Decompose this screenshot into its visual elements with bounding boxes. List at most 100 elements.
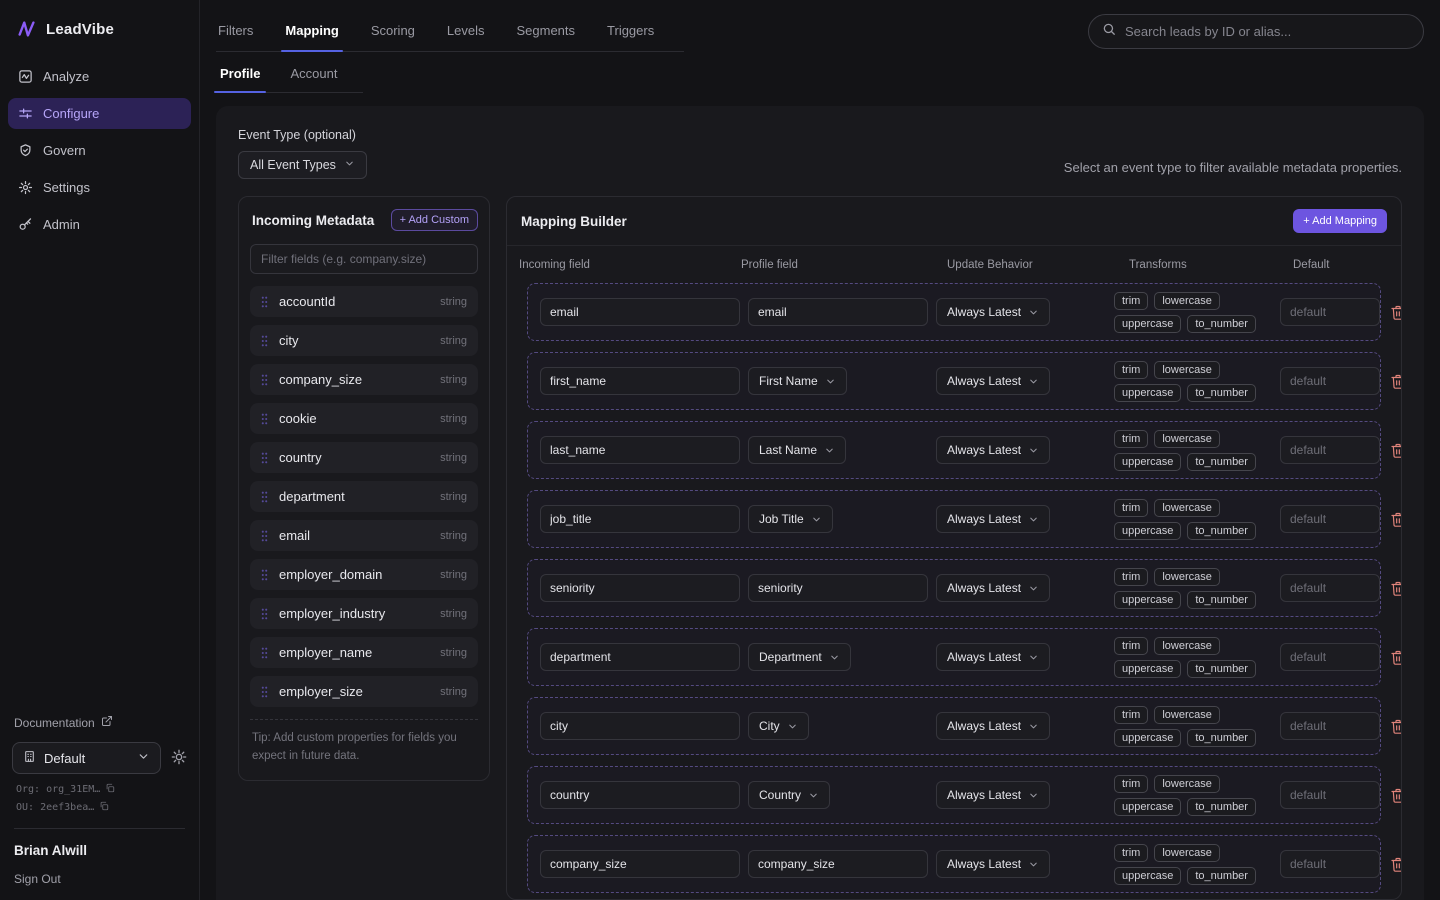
metadata-field-country[interactable]: countrystring: [250, 442, 478, 473]
update-behavior-select[interactable]: Always Latest: [936, 850, 1050, 878]
update-behavior-select[interactable]: Always Latest: [936, 781, 1050, 809]
transform-chip-lowercase[interactable]: lowercase: [1154, 706, 1220, 724]
transform-chip-uppercase[interactable]: uppercase: [1114, 729, 1181, 747]
default-value-input[interactable]: [1280, 505, 1380, 533]
search-input[interactable]: [1125, 24, 1410, 39]
transform-chip-to_number[interactable]: to_number: [1187, 591, 1256, 609]
transform-chip-to_number[interactable]: to_number: [1187, 315, 1256, 333]
delete-mapping-button[interactable]: [1388, 509, 1401, 530]
metadata-field-city[interactable]: citystring: [250, 325, 478, 356]
drag-handle-icon[interactable]: [261, 647, 268, 659]
add-custom-button[interactable]: + Add Custom: [391, 209, 478, 231]
update-behavior-select[interactable]: Always Latest: [936, 436, 1050, 464]
transform-chip-lowercase[interactable]: lowercase: [1154, 775, 1220, 793]
transform-chip-lowercase[interactable]: lowercase: [1154, 637, 1220, 655]
update-behavior-select[interactable]: Always Latest: [936, 298, 1050, 326]
drag-handle-icon[interactable]: [261, 686, 268, 698]
drag-handle-icon[interactable]: [261, 491, 268, 503]
metadata-field-cookie[interactable]: cookiestring: [250, 403, 478, 434]
default-value-input[interactable]: [1280, 298, 1380, 326]
transform-chip-trim[interactable]: trim: [1114, 637, 1148, 655]
tab-triggers[interactable]: Triggers: [605, 14, 656, 51]
tab-segments[interactable]: Segments: [514, 14, 577, 51]
default-value-input[interactable]: [1280, 781, 1380, 809]
subtab-account[interactable]: Account: [286, 58, 341, 92]
drag-handle-icon[interactable]: [261, 413, 268, 425]
transform-chip-trim[interactable]: trim: [1114, 844, 1148, 862]
metadata-field-employer_name[interactable]: employer_namestring: [250, 637, 478, 668]
tab-mapping[interactable]: Mapping: [283, 14, 340, 51]
incoming-field-input[interactable]: [540, 367, 740, 395]
transform-chip-lowercase[interactable]: lowercase: [1154, 292, 1220, 310]
transform-chip-uppercase[interactable]: uppercase: [1114, 522, 1181, 540]
transform-chip-to_number[interactable]: to_number: [1187, 660, 1256, 678]
incoming-field-input[interactable]: [540, 850, 740, 878]
transform-chip-trim[interactable]: trim: [1114, 361, 1148, 379]
profile-field-select[interactable]: City: [748, 712, 809, 740]
transform-chip-to_number[interactable]: to_number: [1187, 522, 1256, 540]
transform-chip-to_number[interactable]: to_number: [1187, 729, 1256, 747]
update-behavior-select[interactable]: Always Latest: [936, 574, 1050, 602]
delete-mapping-button[interactable]: [1388, 647, 1401, 668]
transform-chip-to_number[interactable]: to_number: [1187, 867, 1256, 885]
transform-chip-to_number[interactable]: to_number: [1187, 798, 1256, 816]
update-behavior-select[interactable]: Always Latest: [936, 643, 1050, 671]
default-value-input[interactable]: [1280, 643, 1380, 671]
incoming-field-input[interactable]: [540, 436, 740, 464]
incoming-field-input[interactable]: [540, 781, 740, 809]
transform-chip-trim[interactable]: trim: [1114, 775, 1148, 793]
transform-chip-lowercase[interactable]: lowercase: [1154, 361, 1220, 379]
drag-handle-icon[interactable]: [261, 335, 268, 347]
default-value-input[interactable]: [1280, 367, 1380, 395]
default-value-input[interactable]: [1280, 574, 1380, 602]
transform-chip-trim[interactable]: trim: [1114, 499, 1148, 517]
default-value-input[interactable]: [1280, 712, 1380, 740]
search-bar[interactable]: [1088, 14, 1424, 49]
tab-filters[interactable]: Filters: [216, 14, 255, 51]
documentation-link[interactable]: Documentation: [12, 709, 187, 742]
metadata-field-company_size[interactable]: company_sizestring: [250, 364, 478, 395]
metadata-field-employer_domain[interactable]: employer_domainstring: [250, 559, 478, 590]
add-mapping-button[interactable]: + Add Mapping: [1293, 209, 1387, 233]
update-behavior-select[interactable]: Always Latest: [936, 505, 1050, 533]
transform-chip-trim[interactable]: trim: [1114, 430, 1148, 448]
sidebar-item-admin[interactable]: Admin: [8, 209, 191, 240]
metadata-field-employer_size[interactable]: employer_sizestring: [250, 676, 478, 707]
profile-field-input[interactable]: [748, 298, 928, 326]
transform-chip-trim[interactable]: trim: [1114, 706, 1148, 724]
copy-icon[interactable]: [105, 783, 115, 796]
drag-handle-icon[interactable]: [261, 569, 268, 581]
profile-field-input[interactable]: [748, 574, 928, 602]
delete-mapping-button[interactable]: [1388, 578, 1401, 599]
delete-mapping-button[interactable]: [1388, 854, 1401, 875]
theme-toggle-button[interactable]: [171, 749, 187, 768]
sidebar-item-configure[interactable]: Configure: [8, 98, 191, 129]
metadata-field-employer_industry[interactable]: employer_industrystring: [250, 598, 478, 629]
profile-field-input[interactable]: [748, 850, 928, 878]
transform-chip-uppercase[interactable]: uppercase: [1114, 315, 1181, 333]
transform-chip-uppercase[interactable]: uppercase: [1114, 591, 1181, 609]
incoming-field-input[interactable]: [540, 298, 740, 326]
transform-chip-lowercase[interactable]: lowercase: [1154, 499, 1220, 517]
delete-mapping-button[interactable]: [1388, 785, 1401, 806]
delete-mapping-button[interactable]: [1388, 371, 1401, 392]
transform-chip-uppercase[interactable]: uppercase: [1114, 660, 1181, 678]
transform-chip-uppercase[interactable]: uppercase: [1114, 867, 1181, 885]
incoming-field-input[interactable]: [540, 643, 740, 671]
sidebar-item-settings[interactable]: Settings: [8, 172, 191, 203]
sidebar-item-govern[interactable]: Govern: [8, 135, 191, 166]
delete-mapping-button[interactable]: [1388, 302, 1401, 323]
metadata-field-department[interactable]: departmentstring: [250, 481, 478, 512]
drag-handle-icon[interactable]: [261, 374, 268, 386]
drag-handle-icon[interactable]: [261, 608, 268, 620]
transform-chip-uppercase[interactable]: uppercase: [1114, 798, 1181, 816]
incoming-field-input[interactable]: [540, 574, 740, 602]
sign-out-link[interactable]: Sign Out: [12, 860, 187, 890]
default-value-input[interactable]: [1280, 436, 1380, 464]
event-type-select[interactable]: All Event Types: [238, 151, 367, 179]
profile-field-select[interactable]: Country: [748, 781, 830, 809]
delete-mapping-button[interactable]: [1388, 716, 1401, 737]
sidebar-item-analyze[interactable]: Analyze: [8, 61, 191, 92]
filter-fields-input[interactable]: [250, 244, 478, 274]
update-behavior-select[interactable]: Always Latest: [936, 712, 1050, 740]
